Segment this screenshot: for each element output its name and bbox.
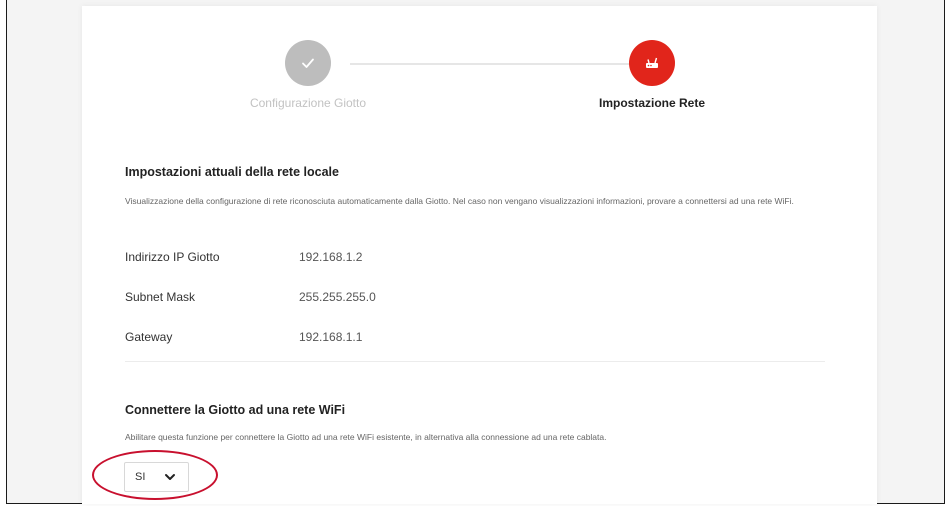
step-configurazione-giotto[interactable] xyxy=(285,40,331,86)
wifi-section-description: Abilitare questa funzione per connettere… xyxy=(125,432,607,442)
ip-address-label: Indirizzo IP Giotto xyxy=(125,250,220,264)
wifi-section-title: Connettere la Giotto ad una rete WiFi xyxy=(125,403,346,417)
wifi-enable-select[interactable]: SI xyxy=(124,462,189,492)
router-icon xyxy=(646,57,658,68)
local-network-description: Visualizzazione della configurazione di … xyxy=(125,196,794,206)
ip-address-value: 192.168.1.2 xyxy=(299,250,363,264)
stepper-connector xyxy=(350,63,630,65)
subnet-mask-value: 255.255.255.0 xyxy=(299,290,376,304)
local-network-title: Impostazioni attuali della rete locale xyxy=(125,165,339,179)
step-impostazione-rete[interactable] xyxy=(629,40,675,86)
step-label-configurazione: Configurazione Giotto xyxy=(249,96,367,110)
subnet-mask-label: Subnet Mask xyxy=(125,290,196,304)
gateway-value: 192.168.1.1 xyxy=(299,330,363,344)
checkmark-icon xyxy=(302,58,314,68)
wifi-enable-select-value: SI xyxy=(135,471,146,483)
chevron-down-icon xyxy=(165,474,175,480)
step-label-impostazione-rete: Impostazione Rete xyxy=(598,96,706,110)
gateway-label: Gateway xyxy=(125,330,173,344)
section-divider xyxy=(125,361,825,362)
